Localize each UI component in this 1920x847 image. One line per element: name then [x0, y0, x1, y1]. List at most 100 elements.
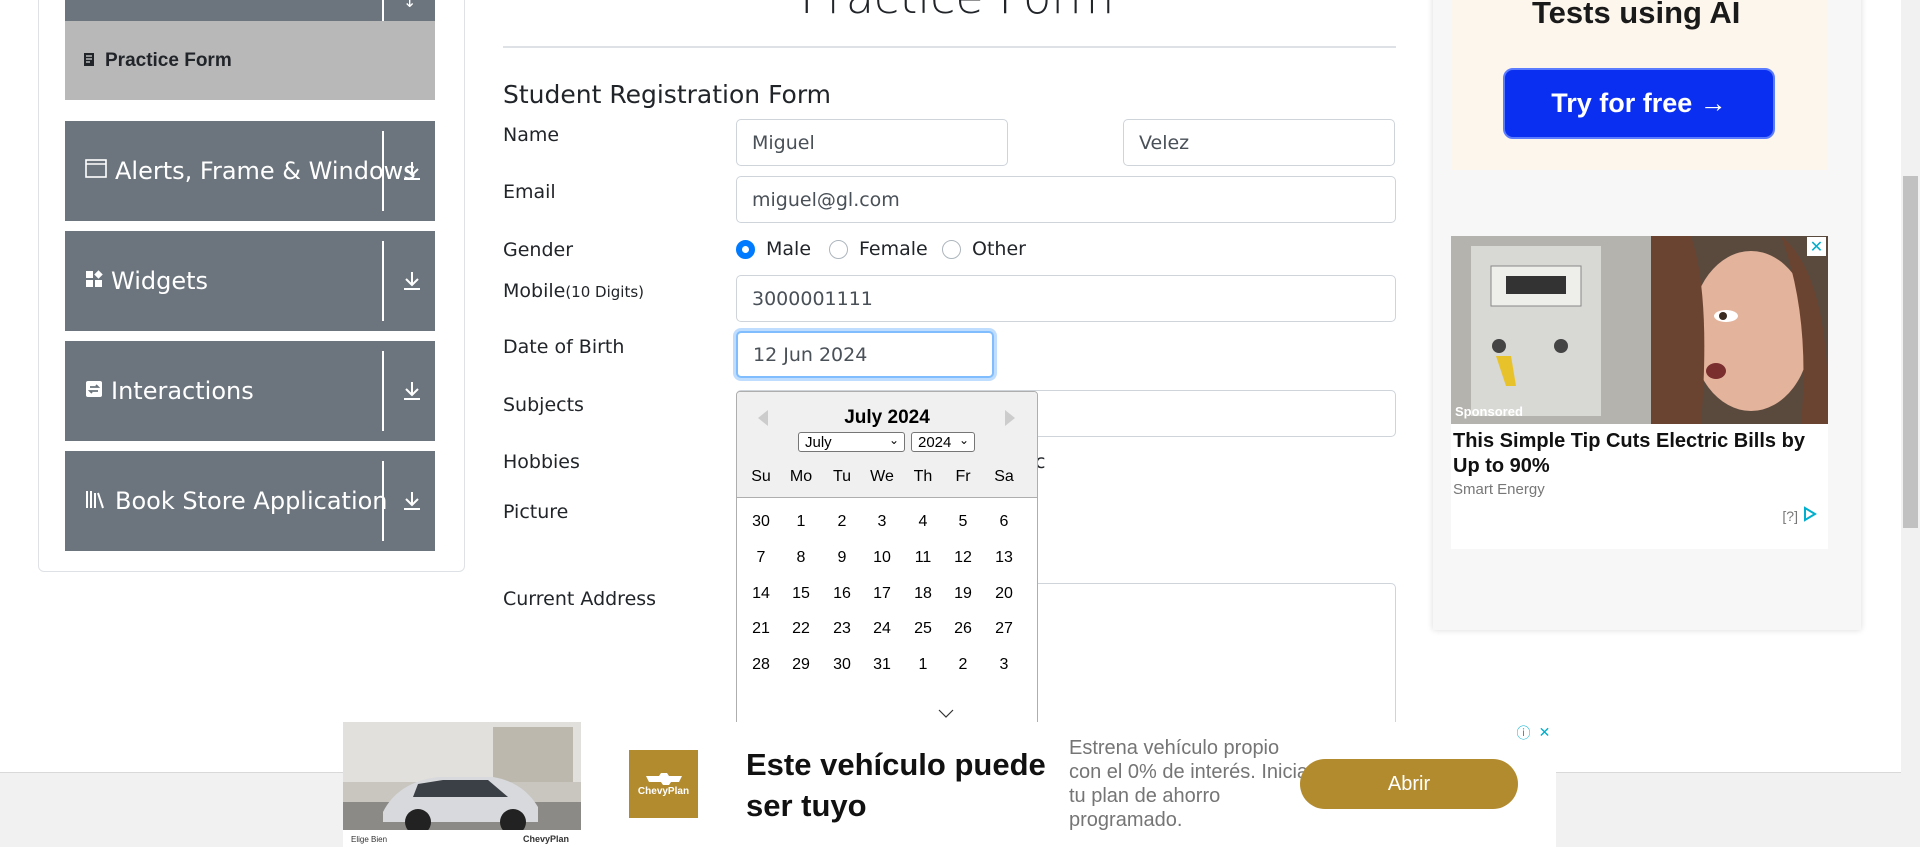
calendar-day[interactable]: 3 — [986, 656, 1022, 674]
library-icon — [85, 489, 107, 514]
sidebar-group-widgets[interactable]: Widgets — [65, 231, 435, 331]
mobile-input[interactable]: 3000001111 — [736, 275, 1396, 322]
email-input[interactable]: miguel@gl.com — [736, 176, 1396, 223]
calendar-day[interactable]: 26 — [945, 620, 981, 638]
page-title: Practice Form — [800, 0, 1114, 24]
open-button[interactable]: Abrir — [1300, 759, 1518, 809]
calendar-day[interactable]: 19 — [945, 585, 981, 603]
email-label: Email — [503, 181, 556, 203]
close-icon[interactable]: ✕ — [1807, 237, 1826, 256]
dob-label: Date of Birth — [503, 336, 625, 358]
download-icon — [403, 121, 421, 221]
day-name: Su — [751, 468, 771, 485]
calendar-day[interactable]: 2 — [824, 513, 860, 531]
picture-label: Picture — [503, 501, 569, 523]
day-name: Th — [913, 468, 933, 485]
sidebar-item-practice-form[interactable]: Practice Form — [65, 21, 435, 100]
gender-male-radio[interactable]: Male — [736, 238, 811, 260]
sidebar-item-label: Practice Form — [105, 49, 232, 71]
chevron-icon: ↓ — [403, 0, 417, 11]
name-label: Name — [503, 124, 560, 146]
calendar-day[interactable]: 22 — [783, 620, 819, 638]
gender-female-radio[interactable]: Female — [829, 238, 928, 260]
svg-text:ChevyPlan: ChevyPlan — [523, 834, 569, 844]
month-select[interactable]: July ⌄ — [798, 432, 905, 452]
day-name: We — [870, 468, 894, 485]
chevron-down-icon[interactable] — [938, 705, 954, 721]
calendar-day[interactable]: 28 — [743, 656, 779, 674]
scrollbar-thumb[interactable] — [1903, 176, 1918, 528]
group-divider — [382, 351, 384, 431]
ad-info-text: [?] — [1782, 507, 1798, 524]
svg-text:Elige Bien: Elige Bien — [351, 835, 387, 844]
sponsored-label: Sponsored — [1455, 404, 1523, 419]
download-icon — [403, 341, 421, 441]
day-name: Fr — [955, 468, 971, 485]
download-icon — [403, 451, 421, 551]
ad-info[interactable]: [?] — [1782, 506, 1818, 525]
form-title: Student Registration Form — [503, 80, 832, 109]
ad-title[interactable]: This Simple Tip Cuts Electric Bills by U… — [1453, 429, 1823, 479]
sidebar-group-bookstore[interactable]: Book Store Application — [65, 451, 435, 551]
calendar-day[interactable]: 20 — [986, 585, 1022, 603]
calendar-day[interactable]: 18 — [905, 585, 941, 603]
close-icon[interactable]: ✕ — [1535, 723, 1554, 742]
calendar-day[interactable]: 1 — [783, 513, 819, 531]
calendar-day[interactable]: 30 — [743, 513, 779, 531]
calendar-day[interactable]: 17 — [864, 585, 900, 603]
calendar-day[interactable]: 30 — [824, 656, 860, 674]
try-for-free-button[interactable]: Try for free → — [1503, 68, 1775, 139]
calendar-day[interactable]: 10 — [864, 549, 900, 567]
divider — [503, 46, 1396, 48]
calendar-day[interactable]: 8 — [783, 549, 819, 567]
calendar-day[interactable]: 7 — [743, 549, 779, 567]
calendar-day[interactable]: 9 — [824, 549, 860, 567]
subjects-label: Subjects — [503, 394, 584, 416]
year-select[interactable]: 2024 ⌄ — [911, 432, 975, 452]
first-name-input[interactable]: Miguel — [736, 119, 1008, 166]
bottom-ad[interactable]: Elige Bien ChevyPlan ChevyPlan Este vehí… — [343, 722, 1556, 847]
calendar-day[interactable]: 2 — [945, 656, 981, 674]
sidebar-group-forms[interactable]: ↓ — [65, 0, 435, 21]
day-name: Mo — [789, 468, 813, 485]
hobbies-label: Hobbies — [503, 451, 580, 473]
calendar-day[interactable]: 3 — [864, 513, 900, 531]
sidebar-group-alerts[interactable]: Alerts, Frame & Windows — [65, 121, 435, 221]
calendar-day[interactable]: 16 — [824, 585, 860, 603]
window-icon — [85, 159, 107, 183]
ad-source: Smart Energy — [1453, 481, 1545, 498]
calendar-day[interactable]: 25 — [905, 620, 941, 638]
calendar-day[interactable]: 23 — [824, 620, 860, 638]
last-name-input[interactable]: Velez — [1123, 119, 1395, 166]
calendar-day[interactable]: 13 — [986, 549, 1022, 567]
sidebar-group-label: Alerts, Frame & Windows — [115, 157, 416, 185]
calendar-day[interactable]: 12 — [945, 549, 981, 567]
ad-headline[interactable]: Este vehículo puede ser tuyo — [746, 744, 1046, 826]
calendar-day[interactable]: 24 — [864, 620, 900, 638]
sidebar-group-label: Widgets — [111, 267, 209, 295]
calendar-day[interactable]: 27 — [986, 620, 1022, 638]
calendar-day[interactable]: 29 — [783, 656, 819, 674]
chevyplan-logo: ChevyPlan — [629, 750, 698, 818]
calendar-day[interactable]: 6 — [986, 513, 1022, 531]
radio-label: Other — [972, 238, 1026, 260]
calendar-day[interactable]: 4 — [905, 513, 941, 531]
info-icon[interactable]: ⓘ — [1514, 723, 1533, 742]
ad-headline: Tests using AI — [1532, 0, 1741, 30]
radio-label: Female — [859, 238, 928, 260]
calendar-day[interactable]: 5 — [945, 513, 981, 531]
ad-controls: ⓘ ✕ — [1514, 723, 1554, 742]
dob-input[interactable]: 12 Jun 2024 — [736, 331, 994, 378]
calendar-day[interactable]: 14 — [743, 585, 779, 603]
gender-other-radio[interactable]: Other — [942, 238, 1026, 260]
calendar-day[interactable]: 21 — [743, 620, 779, 638]
datepicker: July 2024 July ⌄ 2024 ⌄ Su Mo Tu We Th Fr … — [736, 391, 1038, 731]
group-divider — [382, 131, 384, 211]
calendar-day[interactable]: 31 — [864, 656, 900, 674]
ad-card[interactable]: ✕ Sponsored This Simple Tip Cuts Electri… — [1451, 236, 1828, 549]
calendar-day[interactable]: 15 — [783, 585, 819, 603]
calendar-day[interactable]: 1 — [905, 656, 941, 674]
calendar-day[interactable]: 11 — [905, 549, 941, 567]
interactions-icon — [85, 379, 103, 403]
sidebar-group-interactions[interactable]: Interactions — [65, 341, 435, 441]
